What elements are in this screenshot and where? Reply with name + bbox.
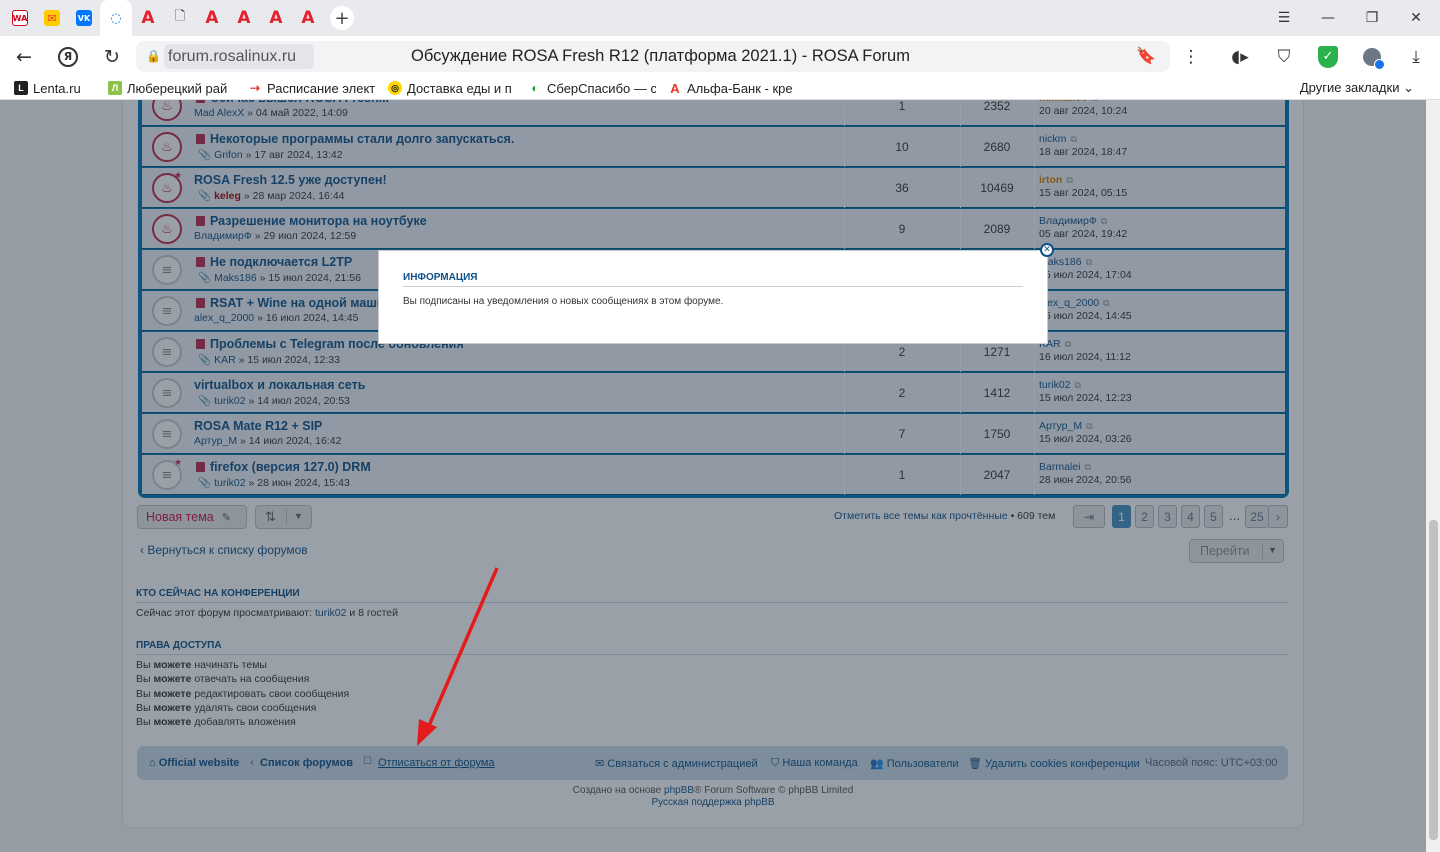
extension-icon[interactable] bbox=[1353, 36, 1391, 77]
protect-icon[interactable]: ⛉ bbox=[1265, 36, 1303, 77]
bookmark-label: Расписание элект bbox=[267, 80, 376, 96]
omnibox[interactable]: 🔒 forum.rosalinux.ru Обсуждение ROSA Fre… bbox=[136, 41, 1170, 72]
alfa-icon: A bbox=[301, 8, 315, 28]
tabs-menu-icon[interactable]: ☰ bbox=[1262, 0, 1306, 36]
arrow-shaft bbox=[426, 567, 499, 729]
bookmark-label: Lenta.ru bbox=[33, 80, 81, 96]
back-icon[interactable]: ← bbox=[2, 36, 46, 77]
other-bookmarks-label: Другие закладки bbox=[1299, 80, 1400, 95]
reload-icon[interactable]: ↻ bbox=[90, 36, 134, 77]
sber-icon: ◐ bbox=[531, 81, 539, 95]
wa-icon: WA bbox=[12, 10, 28, 26]
bookmark-schedule[interactable]: ⇢ Расписание элект bbox=[248, 81, 376, 96]
page-title: Обсуждение ROSA Fresh R12 (платформа 202… bbox=[411, 47, 910, 65]
tab-alfa-1[interactable]: A bbox=[132, 0, 164, 36]
alfa-icon: А bbox=[670, 80, 680, 96]
alfa-icon: A bbox=[269, 8, 283, 28]
tab-alfa-3[interactable]: A bbox=[228, 0, 260, 36]
alfa-icon: A bbox=[237, 8, 251, 28]
tab-strip: WA ✉ VK ◌ A 🗋 A A A A + bbox=[0, 0, 1440, 36]
tab-vk[interactable]: VK bbox=[68, 0, 100, 36]
tab-document[interactable]: 🗋 bbox=[164, 0, 196, 36]
arrow-head bbox=[417, 719, 437, 746]
scrollbar[interactable] bbox=[1426, 100, 1440, 852]
tab-mail[interactable]: ✉ bbox=[36, 0, 68, 36]
bookmark-sber[interactable]: ◐ СберСпасибо — с bbox=[528, 81, 656, 96]
download-icon[interactable]: ⤓ bbox=[1397, 36, 1435, 77]
new-tab-button[interactable]: + bbox=[330, 6, 354, 30]
vk-icon: VK bbox=[76, 10, 92, 26]
bookmark-lenta[interactable]: L Lenta.ru bbox=[14, 81, 96, 96]
tab-alfa-5[interactable]: A bbox=[292, 0, 324, 36]
alfa-icon: A bbox=[205, 8, 219, 28]
other-bookmarks[interactable]: Другие закладки ⌄ bbox=[1300, 80, 1414, 96]
bookmark-lyubertsy[interactable]: Л Люберецкий рай bbox=[108, 81, 236, 96]
restore-icon[interactable]: ❐ bbox=[1350, 0, 1394, 36]
train-icon: ⇢ bbox=[249, 81, 261, 95]
bookmark-label: Люберецкий рай bbox=[127, 80, 228, 96]
tab-alfa-2[interactable]: A bbox=[196, 0, 228, 36]
chevron-down-icon: ⌄ bbox=[1403, 80, 1414, 95]
reader-icon[interactable]: ◖▸ bbox=[1221, 36, 1259, 77]
yandex-icon[interactable]: Я bbox=[46, 36, 90, 77]
bookmark-label: Альфа-Банк - кре bbox=[687, 80, 793, 96]
lyubertsy-icon: Л bbox=[108, 81, 122, 95]
bookmark-alfa[interactable]: А Альфа-Банк - кре bbox=[668, 81, 796, 96]
more-menu-icon[interactable]: ⋮ bbox=[1172, 36, 1210, 77]
page-viewport: ♨Сейчас вышел ROSA Fresh...Mad AlexX » 0… bbox=[0, 100, 1440, 852]
loading-icon: ◌ bbox=[110, 10, 122, 26]
tab-forum-active[interactable]: ◌ bbox=[100, 0, 132, 36]
scrollbar-thumb[interactable] bbox=[1429, 520, 1438, 840]
adblock-shield-icon[interactable]: ✓ bbox=[1309, 36, 1347, 77]
close-window-icon[interactable]: ✕ bbox=[1394, 0, 1438, 36]
bookmark-food[interactable]: ◎ Доставка еды и п bbox=[388, 81, 516, 96]
minimize-icon[interactable]: — bbox=[1306, 0, 1350, 36]
lenta-icon: L bbox=[14, 81, 28, 95]
food-icon: ◎ bbox=[388, 81, 402, 95]
bookmark-icon[interactable]: 🔖 bbox=[1136, 46, 1156, 65]
lock-icon: 🔒 bbox=[146, 49, 161, 63]
annotation-arrow bbox=[417, 567, 499, 746]
bookmarks-bar: L Lenta.ru Л Люберецкий рай ⇢ Расписание эл… bbox=[0, 77, 1440, 100]
alfa-icon: A bbox=[141, 8, 155, 28]
url-text: forum.rosalinux.ru bbox=[168, 48, 297, 65]
tab-alfa-4[interactable]: A bbox=[260, 0, 292, 36]
bookmark-label: СберСпасибо — с bbox=[547, 80, 656, 96]
document-icon: 🗋 bbox=[174, 9, 186, 24]
tab-wa[interactable]: WA bbox=[4, 0, 36, 36]
bookmark-label: Доставка еды и п bbox=[407, 80, 512, 96]
mail-icon: ✉ bbox=[44, 10, 60, 26]
